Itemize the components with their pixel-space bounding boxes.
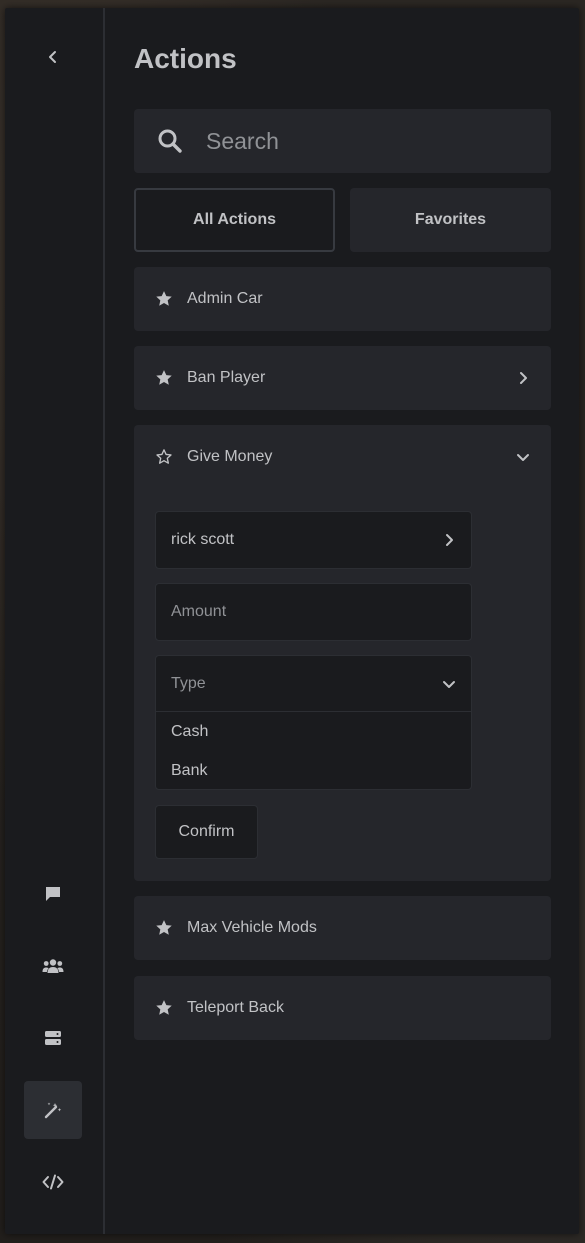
code-icon (42, 1174, 64, 1190)
chevron-down-icon (443, 681, 455, 688)
action-label: Max Vehicle Mods (187, 919, 317, 936)
search-bar[interactable] (134, 109, 551, 173)
action-ban-player[interactable]: Ban Player (134, 346, 551, 410)
star-filled-icon[interactable] (155, 999, 173, 1017)
confirm-button[interactable]: Confirm (155, 805, 258, 859)
action-give-money-header[interactable]: Give Money (134, 425, 551, 489)
side-rail (5, 8, 105, 1234)
player-select[interactable]: rick scott (155, 511, 472, 569)
type-placeholder: Type (171, 675, 206, 692)
type-select[interactable]: Type Cash Bank (155, 655, 472, 790)
actions-button[interactable] (24, 1081, 82, 1139)
action-max-vehicle-mods[interactable]: Max Vehicle Mods (134, 896, 551, 960)
chevron-left-icon (49, 51, 56, 63)
player-value: rick scott (171, 531, 235, 548)
type-option-cash[interactable]: Cash (171, 723, 208, 741)
developer-button[interactable] (24, 1153, 82, 1211)
action-label: Teleport Back (187, 999, 284, 1016)
chevron-right-icon (446, 534, 453, 546)
star-outline-icon[interactable] (155, 448, 173, 466)
select-divider (156, 711, 471, 712)
tab-favorites[interactable]: Favorites (350, 188, 551, 252)
star-filled-icon[interactable] (155, 369, 173, 387)
chat-button[interactable] (24, 865, 82, 923)
action-label: Admin Car (187, 290, 263, 307)
action-admin-car[interactable]: Admin Car (134, 267, 551, 331)
magic-wand-icon (44, 1102, 62, 1119)
star-filled-icon[interactable] (155, 290, 173, 308)
tab-bar: All Actions Favorites (134, 188, 551, 252)
star-filled-icon[interactable] (155, 919, 173, 937)
action-teleport-back[interactable]: Teleport Back (134, 976, 551, 1040)
tab-all-actions[interactable]: All Actions (134, 188, 335, 252)
server-icon (45, 1031, 61, 1045)
chat-icon (46, 887, 60, 901)
chevron-right-icon (520, 372, 527, 384)
chevron-down-icon (517, 454, 529, 461)
type-option-bank[interactable]: Bank (171, 762, 207, 780)
players-button[interactable] (24, 937, 82, 995)
action-label: Give Money (187, 448, 273, 465)
action-give-money: Give Money rick scott Amount Type Cash B… (134, 425, 551, 881)
action-label: Ban Player (187, 369, 266, 386)
users-icon (42, 959, 64, 973)
page-title: Actions (134, 43, 237, 74)
back-button[interactable] (24, 28, 82, 86)
amount-input[interactable]: Amount (155, 583, 472, 641)
admin-menu-panel: Actions All Actions Favorites Admin Car (5, 8, 579, 1234)
search-icon (134, 128, 206, 154)
amount-placeholder: Amount (171, 603, 227, 620)
search-input[interactable] (206, 127, 551, 155)
server-button[interactable] (24, 1009, 82, 1067)
